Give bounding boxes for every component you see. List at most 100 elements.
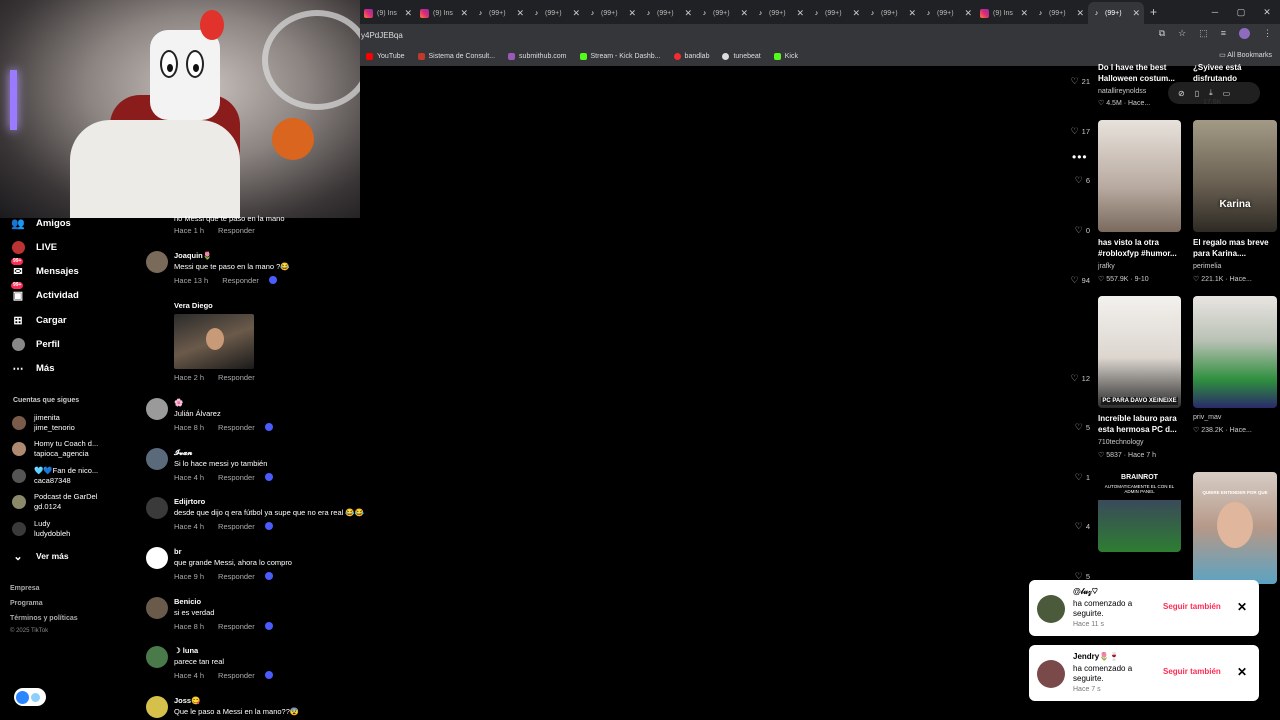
close-tab-icon[interactable]: ✕ xyxy=(740,8,748,19)
browser-tab[interactable]: ♪ (99+) ✕ xyxy=(808,2,864,24)
panel-icon[interactable]: ▭ xyxy=(1223,89,1231,98)
recommended-video-author[interactable]: natallireynoldss xyxy=(1098,88,1146,95)
follow-back-button[interactable]: Seguir también xyxy=(1163,667,1221,676)
reply-button[interactable]: Responder xyxy=(218,572,255,581)
recommended-video-author[interactable]: jrafky xyxy=(1098,263,1115,270)
close-tab-icon[interactable]: ✕ xyxy=(908,8,916,19)
browser-tab[interactable]: ♪ (99+) ✕ xyxy=(640,2,696,24)
browser-tab[interactable]: ♪ (99+) ✕ xyxy=(920,2,976,24)
comment-author[interactable]: Joss😋 xyxy=(174,696,200,705)
comment-like-button[interactable]: ♡ 12 xyxy=(1062,373,1090,384)
bookmark-kick[interactable]: Kick xyxy=(773,52,798,60)
followed-account[interactable]: 🩵💙Fan de nico... caca87348 xyxy=(12,466,98,486)
avatar[interactable] xyxy=(146,398,168,420)
reply-button[interactable]: Responder xyxy=(218,226,255,235)
recommended-video-thumbnail[interactable]: BRAINROT AUTOMATICAMENTE EL CON EL ADMIN… xyxy=(1098,472,1181,552)
comment-like-button[interactable]: ♡ 4 xyxy=(1062,521,1090,532)
url-text[interactable]: y4PdJEBqa xyxy=(361,31,403,40)
avatar[interactable] xyxy=(146,597,168,619)
bookmark-tunebeat[interactable]: tunebeat xyxy=(722,52,761,60)
minimize-icon[interactable]: ─ xyxy=(1202,7,1228,17)
close-tab-icon[interactable]: ✕ xyxy=(404,8,412,19)
avatar[interactable] xyxy=(146,497,168,519)
bookmark-youtube[interactable]: YouTube xyxy=(366,52,405,60)
avatar[interactable] xyxy=(146,646,168,668)
comment-author[interactable]: ☽ luna xyxy=(174,646,198,655)
bookmark-kick-dashboard[interactable]: Stream - Kick Dashb... xyxy=(579,52,661,60)
close-tab-icon[interactable]: ✕ xyxy=(1020,8,1028,19)
close-window-icon[interactable]: ✕ xyxy=(1254,7,1280,18)
bookmark-bandlab[interactable]: bandlab xyxy=(673,52,709,60)
new-tab-icon[interactable]: + xyxy=(1150,5,1157,19)
recommended-video-thumbnail[interactable]: QUIERE ENTENDER POR QUE xyxy=(1193,472,1277,584)
reply-button[interactable]: Responder xyxy=(218,522,255,531)
browser-tab[interactable]: ♪ (99+) ✕ xyxy=(528,2,584,24)
close-tab-icon[interactable]: ✕ xyxy=(964,8,972,19)
close-tab-icon[interactable]: ✕ xyxy=(852,8,860,19)
followed-account[interactable]: jimenita jime_tenorio xyxy=(12,413,75,433)
sidebar-item-perfil[interactable]: Perfil xyxy=(10,336,60,352)
avatar[interactable] xyxy=(146,547,168,569)
browser-tab[interactable]: (9) Ins ✕ xyxy=(360,2,416,24)
floating-app-button[interactable] xyxy=(14,688,46,706)
close-tab-icon[interactable]: ✕ xyxy=(628,8,636,19)
follow-back-button[interactable]: Seguir también xyxy=(1163,602,1221,611)
reply-button[interactable]: Responder xyxy=(218,622,255,631)
recommended-video-thumbnail[interactable] xyxy=(1193,296,1277,408)
comment-like-button[interactable]: ♡ 0 xyxy=(1062,225,1090,236)
sidebar-item-mensajes[interactable]: ✉ 99+ Mensajes xyxy=(10,258,79,279)
comment-author[interactable]: 🌸 xyxy=(174,398,183,407)
browser-tab[interactable]: ♪ (99+) ✕ xyxy=(1032,2,1088,24)
comment-author[interactable]: Joaquin🌷 xyxy=(174,251,212,260)
reply-button[interactable]: Responder xyxy=(218,423,255,432)
recommended-video-title[interactable]: ¿Syivee está disfrutando xyxy=(1193,62,1279,84)
see-more-button[interactable]: ⌄ Ver más xyxy=(10,548,68,564)
reply-button[interactable]: Responder xyxy=(218,373,255,382)
close-tab-icon[interactable]: ✕ xyxy=(1076,8,1084,19)
footer-link-empresa[interactable]: Empresa xyxy=(10,585,40,592)
comment-like-button[interactable]: ♡ 21 xyxy=(1062,76,1090,87)
comment-author[interactable]: Benicio xyxy=(174,597,201,606)
more-options-icon[interactable]: ••• xyxy=(1072,150,1088,164)
browser-tab[interactable]: (9) Ins ✕ xyxy=(416,2,472,24)
close-tab-icon[interactable]: ✕ xyxy=(460,8,468,19)
browser-tab[interactable]: ♪ (99+) ✕ xyxy=(752,2,808,24)
followed-account[interactable]: Homy tu Coach d... tapioca_agencia xyxy=(12,439,98,459)
recommended-video-title[interactable]: Increíble laburo para esta hermosa PC d.… xyxy=(1098,413,1184,435)
download-icon[interactable]: ⤓ xyxy=(1209,88,1213,98)
reply-button[interactable]: Responder xyxy=(218,671,255,680)
browser-menu-icon[interactable]: ⋮ xyxy=(1263,28,1272,39)
recommended-video-thumbnail[interactable] xyxy=(1098,120,1181,232)
comment-like-button[interactable]: ♡ 6 xyxy=(1062,175,1090,186)
browser-tab[interactable]: ♪ (99+) ✕ xyxy=(864,2,920,24)
comment-image[interactable] xyxy=(174,314,254,369)
recommended-video-author[interactable]: perimelia xyxy=(1193,263,1221,270)
followed-account[interactable]: Podcast de GarDel gd.0124 xyxy=(12,492,97,512)
recommended-video-title[interactable]: has visto la otra #robloxfyp #humor... xyxy=(1098,237,1184,259)
reply-button[interactable]: Responder xyxy=(222,276,259,285)
bookmark-submithub[interactable]: submithub.com xyxy=(508,52,567,60)
reply-button[interactable]: Responder xyxy=(218,473,255,482)
avatar[interactable] xyxy=(1037,660,1065,688)
comment-author[interactable]: Vera Diego xyxy=(174,301,213,310)
recommended-video-author[interactable]: 710technology xyxy=(1098,439,1144,446)
maximize-icon[interactable]: ▢ xyxy=(1228,7,1254,18)
browser-tab[interactable]: (9) Ins ✕ xyxy=(976,2,1032,24)
sidebar-item-amigos[interactable]: 👥 Amigos xyxy=(10,215,71,231)
browser-tab[interactable]: ♪ (99+) ✕ xyxy=(472,2,528,24)
browser-tab[interactable]: ♪ (99+) ✕ xyxy=(584,2,640,24)
browser-tab-active[interactable]: ♪ (99+) ✕ xyxy=(1088,2,1144,24)
avatar[interactable] xyxy=(1037,595,1065,623)
address-bar[interactable]: y4PdJEBqa ⧉ ☆ ⬚ ≡ ⋮ xyxy=(360,24,1280,46)
avatar[interactable] xyxy=(146,251,168,273)
comment-like-button[interactable]: ♡ 1 xyxy=(1062,472,1090,483)
recommended-video-title[interactable]: El regalo mas breve para Karina.... xyxy=(1193,237,1279,259)
footer-link-programa[interactable]: Programa xyxy=(10,600,43,607)
comment-author[interactable]: 𝓘𝓿𝓪𝓷 xyxy=(174,448,192,458)
close-tab-icon[interactable]: ✕ xyxy=(516,8,524,19)
browser-tab[interactable]: ♪ (99+) ✕ xyxy=(696,2,752,24)
extensions-icon[interactable]: ⬚ xyxy=(1199,28,1208,39)
comment-author[interactable]: br xyxy=(174,547,182,556)
sidebar-item-cargar[interactable]: ⊞ Cargar xyxy=(10,312,66,328)
link-icon[interactable]: ⊘ xyxy=(1178,89,1185,98)
